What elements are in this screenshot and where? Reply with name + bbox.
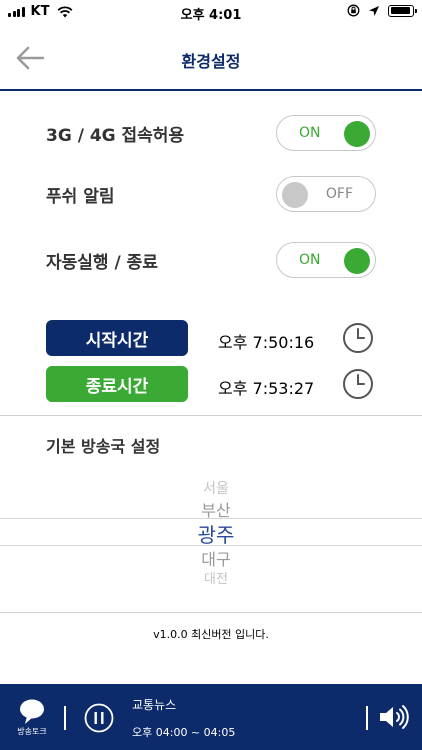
battery-icon: [388, 4, 417, 17]
version-text: v1.0.0 최신버전 입니다.: [153, 628, 269, 641]
toggle-state-text: OFF: [325, 186, 353, 202]
header-divider: [0, 89, 422, 91]
picker-option[interactable]: 서울: [0, 478, 422, 498]
network-toggle[interactable]: ON: [276, 115, 376, 151]
header: 환경설정: [0, 26, 422, 90]
autorun-toggle[interactable]: ON: [276, 242, 376, 278]
setting-push: 푸쉬 알림 OFF: [46, 174, 376, 214]
station-picker[interactable]: 서울 부산 광주 대구 대전: [0, 472, 422, 592]
page-title: 환경설정: [181, 52, 241, 71]
setting-push-label: 푸쉬 알림: [46, 186, 115, 207]
start-clock-icon[interactable]: [342, 322, 374, 354]
broadcast-talk-button[interactable]: 방송토크: [12, 698, 52, 744]
program-name: 교통뉴스: [132, 698, 177, 712]
toggle-knob: [344, 248, 370, 274]
toggle-state-text: ON: [299, 125, 321, 141]
pause-icon[interactable]: [84, 703, 114, 733]
broadcast-talk-label: 방송토크: [17, 727, 47, 736]
station-section-title: 기본 방송국 설정: [46, 437, 161, 456]
setting-autorun: 자동실행 / 종료 ON: [46, 240, 376, 280]
picker-option[interactable]: 부산: [0, 497, 422, 521]
push-toggle[interactable]: OFF: [276, 176, 376, 212]
section-divider: [0, 612, 422, 613]
setting-network-label: 3G / 4G 접속허용: [46, 125, 185, 146]
speech-bubble-icon: [20, 699, 44, 724]
setting-autorun-label: 자동실행 / 종료: [46, 252, 158, 273]
end-clock-icon[interactable]: [342, 368, 374, 400]
battery-level: [390, 7, 411, 14]
location-arrow-icon: [369, 5, 379, 16]
status-bar: KT 오후 4:01: [0, 0, 422, 26]
volume-icon[interactable]: [378, 704, 412, 730]
separator: [64, 706, 66, 730]
end-time-button[interactable]: 종료시간: [46, 366, 188, 402]
toggle-knob: [282, 182, 308, 208]
picker-option[interactable]: 대구: [0, 546, 422, 570]
player-bar: 방송토크 교통뉴스 오후 04:00 ~ 04:05: [0, 684, 422, 750]
picker-option[interactable]: 대전: [0, 568, 422, 587]
section-divider: [0, 415, 422, 416]
start-time-value: 오후 7:50:16: [218, 333, 315, 352]
separator: [366, 706, 368, 730]
end-time-value: 오후 7:53:27: [218, 379, 315, 398]
setting-network: 3G / 4G 접속허용 ON: [46, 113, 376, 153]
start-time-button[interactable]: 시작시간: [46, 320, 188, 356]
picker-option-selected[interactable]: 광주: [0, 519, 422, 548]
status-right: [347, 4, 417, 17]
toggle-knob: [344, 121, 370, 147]
program-time: 오후 04:00 ~ 04:05: [132, 726, 236, 739]
toggle-state-text: ON: [299, 252, 321, 268]
rotation-lock-icon: [347, 4, 360, 17]
